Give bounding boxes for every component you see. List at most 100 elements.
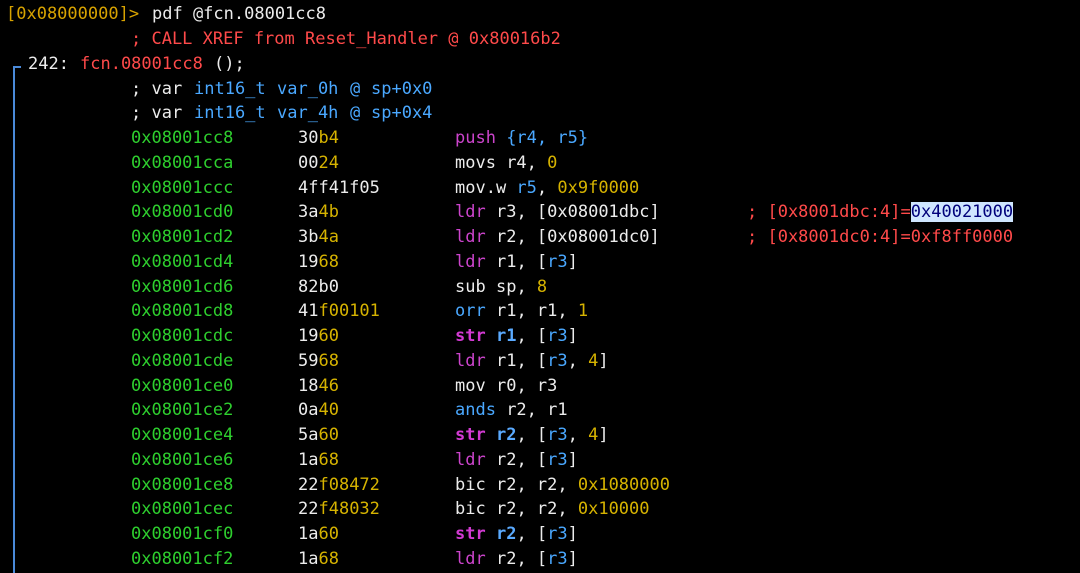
var-line: ; var int16_t var_0h @ sp+0x0 bbox=[0, 77, 432, 101]
comment-value[interactable]: 0xf8ff0000 bbox=[911, 227, 1013, 247]
mnemonic: bic bbox=[455, 499, 496, 520]
operand: r1 bbox=[495, 326, 517, 346]
instruction-bytes: 0a40 bbox=[298, 398, 339, 422]
function-header: 242: fcn.08001cc8 (); bbox=[0, 52, 245, 76]
instruction-address[interactable]: 0x08001ce4 bbox=[131, 423, 233, 447]
instruction-bytes: 1968 bbox=[298, 250, 339, 274]
operand: 0x9f0000 bbox=[557, 177, 640, 198]
mnemonic: movs bbox=[455, 152, 507, 173]
instruction-text: mov.w r5, 0x9f0000 bbox=[455, 176, 639, 200]
instruction-address[interactable]: 0x08001cd4 bbox=[131, 250, 233, 274]
bytes-part-1: 1a bbox=[298, 524, 319, 544]
operand: ] bbox=[567, 251, 578, 272]
bytes-part-2: 40 bbox=[318, 400, 339, 421]
instruction-text: str r1, [r3] bbox=[455, 324, 578, 348]
operand: r1 bbox=[495, 301, 517, 322]
operand: r3 bbox=[547, 350, 568, 371]
instruction-bytes: 1960 bbox=[298, 324, 339, 348]
bytes-part-2: f48032 bbox=[318, 499, 380, 520]
operand: ] bbox=[567, 449, 578, 470]
instruction-bytes: 0024 bbox=[298, 151, 339, 175]
instruction-bytes: 1a68 bbox=[298, 547, 339, 571]
function-name[interactable]: fcn.08001cc8 bbox=[80, 52, 203, 76]
instruction-address[interactable]: 0x08001cec bbox=[131, 497, 233, 521]
instruction-address[interactable]: 0x08001ce0 bbox=[131, 374, 233, 398]
bytes-part-1: 19 bbox=[298, 326, 319, 346]
var-location: sp+0x0 bbox=[371, 79, 433, 99]
inline-comment: ; [0x8001dbc:4]=0x40021000 bbox=[747, 200, 1014, 224]
instruction-address[interactable]: 0x08001cf0 bbox=[131, 522, 233, 546]
selected-comment-value[interactable]: 0x40021000 bbox=[910, 202, 1014, 223]
instruction-address[interactable]: 0x08001ce8 bbox=[131, 473, 233, 497]
bytes-part-1: 1a bbox=[298, 449, 319, 470]
mnemonic: str bbox=[455, 425, 496, 445]
function-signature: (); bbox=[214, 54, 245, 74]
bytes-part-1: 30 bbox=[298, 128, 319, 148]
operand: , r1 bbox=[526, 400, 568, 421]
instruction-text: orr r1, r1, 1 bbox=[455, 299, 588, 323]
instruction-address[interactable]: 0x08001ccc bbox=[131, 176, 233, 200]
instruction-text: ldr r1, [r3, 4] bbox=[455, 349, 609, 373]
bytes-part-1: 19 bbox=[298, 251, 319, 272]
bytes-part-2: 68 bbox=[318, 350, 339, 371]
bytes-part-1: 00 bbox=[298, 152, 319, 173]
bytes-part-2: f08472 bbox=[318, 474, 380, 495]
mnemonic: ldr bbox=[455, 449, 496, 470]
instruction-address[interactable]: 0x08001cf2 bbox=[131, 547, 233, 571]
instruction-text: sub sp, 8 bbox=[455, 275, 547, 299]
operand: r3 bbox=[547, 251, 568, 272]
instruction-address[interactable]: 0x08001cd2 bbox=[131, 225, 233, 249]
instruction-address[interactable]: 0x08001cd6 bbox=[131, 275, 233, 299]
operand: 0x1080000 bbox=[577, 474, 670, 495]
bytes-part-2: 60 bbox=[318, 326, 339, 346]
operand: ] bbox=[567, 326, 578, 346]
bytes-part-2: 68 bbox=[318, 449, 339, 470]
instruction-address[interactable]: 0x08001ce2 bbox=[131, 398, 233, 422]
instruction-bytes: 5a60 bbox=[298, 423, 339, 447]
operand: , r2, bbox=[516, 474, 578, 495]
operand: r3 bbox=[547, 425, 568, 445]
bytes-part-2: 68 bbox=[318, 548, 339, 569]
mnemonic: mov bbox=[455, 375, 496, 396]
operand: r1 bbox=[495, 350, 517, 371]
mnemonic: mov.w bbox=[455, 177, 517, 198]
instruction-address[interactable]: 0x08001cde bbox=[131, 349, 233, 373]
instruction-text: push {r4, r5} bbox=[455, 126, 588, 150]
operand: 0x10000 bbox=[577, 499, 650, 520]
instruction-address[interactable]: 0x08001cdc bbox=[131, 324, 233, 348]
bytes-part-2: 68 bbox=[318, 251, 339, 272]
operand: , [ bbox=[516, 449, 548, 470]
instruction-bytes: 5968 bbox=[298, 349, 339, 373]
prompt-address: [0x08000000]> bbox=[6, 4, 140, 24]
operand: 8 bbox=[536, 276, 548, 297]
operand: r1 bbox=[495, 251, 517, 272]
bytes-part-1: 3a bbox=[298, 202, 319, 223]
instruction-address[interactable]: 0x08001cd0 bbox=[131, 200, 233, 224]
instruction-address[interactable]: 0x08001cca bbox=[131, 151, 233, 175]
prompt-line[interactable]: [0x08000000]> pdf @fcn.08001cc8 bbox=[0, 2, 326, 26]
instruction-address[interactable]: 0x08001cc8 bbox=[131, 126, 233, 150]
bytes-part-1: 18 bbox=[298, 375, 319, 396]
mnemonic: ands bbox=[455, 400, 507, 421]
operand: , bbox=[516, 276, 537, 297]
operand: 0 bbox=[547, 152, 558, 173]
operand: 4 bbox=[588, 425, 599, 445]
instruction-text: ldr r2, [r3] bbox=[455, 547, 578, 571]
instruction-text: bic r2, r2, 0x1080000 bbox=[455, 473, 670, 497]
operand: 4 bbox=[588, 350, 599, 371]
operand: r2 bbox=[495, 227, 517, 247]
terminal-window[interactable]: [0x08000000]> pdf @fcn.08001cc8 ; CALL X… bbox=[0, 0, 1080, 573]
bytes-part-1: 4ff41f05 bbox=[298, 177, 380, 198]
prompt-command[interactable]: pdf @fcn.08001cc8 bbox=[152, 2, 326, 26]
instruction-address[interactable]: 0x08001ce6 bbox=[131, 448, 233, 472]
operand: {r4, r5} bbox=[506, 128, 589, 148]
bytes-part-1: 82b0 bbox=[298, 276, 339, 297]
instruction-address[interactable]: 0x08001cd8 bbox=[131, 299, 233, 323]
operand: r2 bbox=[495, 499, 517, 520]
operand: r3 bbox=[495, 202, 517, 223]
inline-comment: ; [0x8001dc0:4]=0xf8ff0000 bbox=[747, 225, 1013, 249]
mnemonic: str bbox=[455, 326, 496, 346]
bytes-part-2: 24 bbox=[318, 152, 339, 173]
operand: r0 bbox=[495, 375, 517, 396]
var-type: int16_t bbox=[194, 103, 266, 123]
